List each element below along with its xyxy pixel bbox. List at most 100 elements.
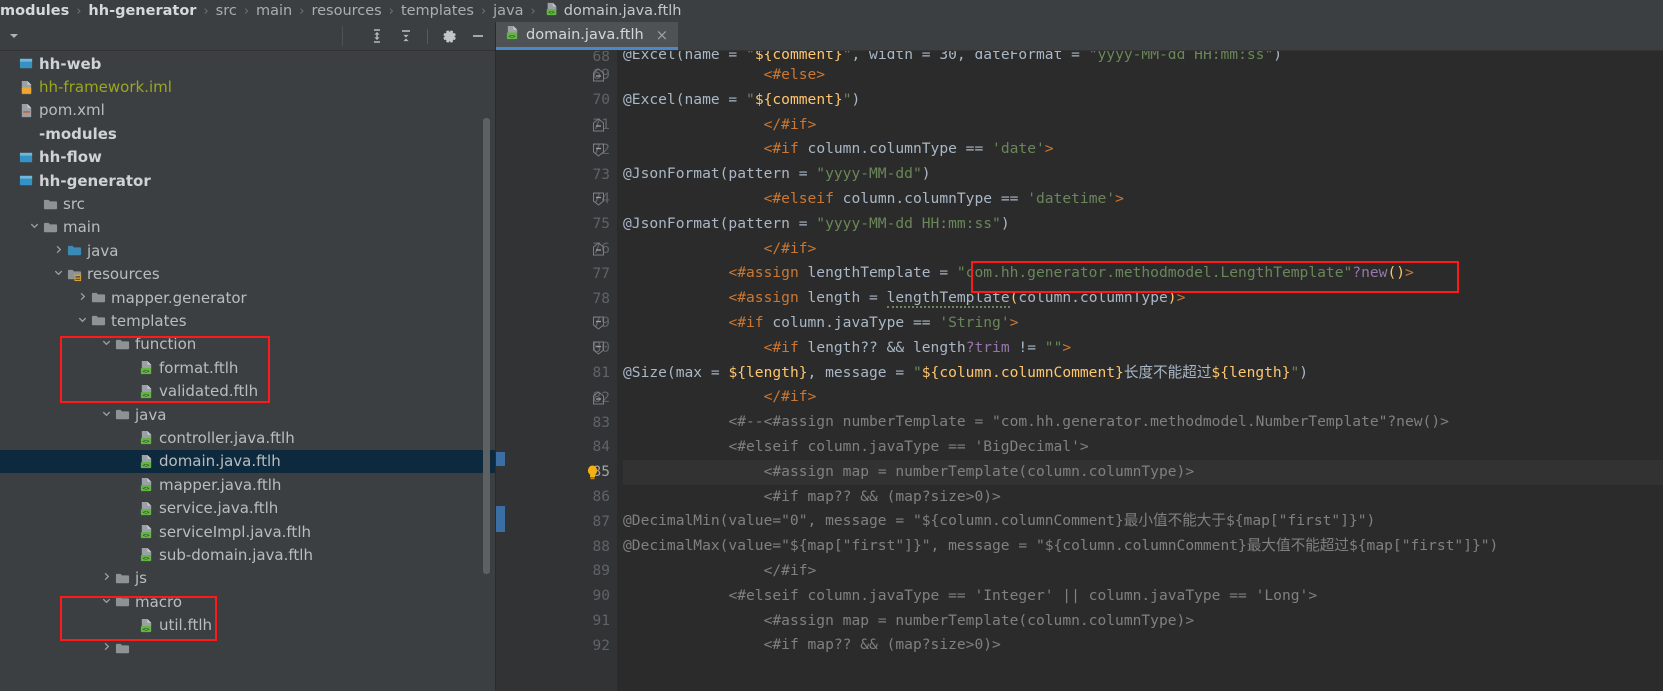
chevron-right-icon[interactable] [52, 244, 65, 258]
editor-tab-domain-java-ftlh[interactable]: <> domain.java.ftlh × [496, 22, 679, 50]
code-line-92[interactable]: <#if map?? && (map?size>0)> [623, 633, 1663, 658]
code-line-76[interactable]: </#if> [623, 237, 1663, 262]
gutter-line-75[interactable]: 75 [505, 212, 617, 237]
gutter-line-68[interactable]: 68 [505, 51, 617, 65]
tree-item-resources[interactable]: resources [0, 263, 496, 286]
code-line-80[interactable]: <#if length?? && length?trim != ""> [623, 336, 1663, 361]
gutter-line-78[interactable]: 78 [505, 286, 617, 311]
chevron-down-icon[interactable] [100, 595, 113, 609]
breadcrumb[interactable]: modules › hh-generator › src › main › re… [0, 0, 1663, 22]
gutter-line-69[interactable]: 69 [505, 63, 617, 88]
code-line-75[interactable]: @JsonFormat(pattern = "yyyy-MM-dd HH:mm:… [623, 212, 1663, 237]
tree-item-main[interactable]: main [0, 216, 496, 239]
gutter-line-79[interactable]: 79 [505, 311, 617, 336]
chevron-right-icon[interactable] [100, 641, 113, 655]
code-line-73[interactable]: @JsonFormat(pattern = "yyyy-MM-dd") [623, 162, 1663, 187]
close-icon[interactable]: × [656, 26, 669, 44]
code-line-83[interactable]: <#--<#assign numberTemplate = "com.hh.ge… [623, 410, 1663, 435]
tree-item-validated-ftlh[interactable]: <> validated.ftlh [0, 379, 496, 402]
gutter-line-77[interactable]: 77 [505, 261, 617, 286]
code-line-77[interactable]: <#assign lengthTemplate = "com.hh.genera… [623, 261, 1663, 286]
tree-item-src[interactable]: src [0, 192, 496, 215]
code-line-85[interactable]: <#assign map = numberTemplate(column.col… [623, 459, 1663, 485]
tree-item-mapper-generator[interactable]: mapper.generator [0, 286, 496, 309]
fold-collapse-down-icon[interactable] [589, 137, 607, 162]
code-line-79[interactable]: <#if column.javaType == 'String'> [623, 311, 1663, 336]
chevron-right-icon[interactable] [76, 291, 89, 305]
gutter-line-92[interactable]: 92 [505, 633, 617, 658]
project-tree[interactable]: hh-web hh-framework.iml pom.xml -modules hh-… [0, 51, 496, 691]
code-line-90[interactable]: <#elseif column.javaType == 'Integer' ||… [623, 584, 1663, 609]
gutter-line-80[interactable]: 80 [505, 336, 617, 361]
breadcrumb-current-file[interactable]: domain.java.ftlh [564, 3, 682, 19]
code-line-89[interactable]: </#if> [623, 559, 1663, 584]
hide-icon[interactable] [468, 26, 488, 46]
gutter-line-86[interactable]: 86 [505, 485, 617, 510]
code-content[interactable]: @Excel(name = "${comment}", width = 30, … [617, 51, 1663, 691]
expand-all-icon[interactable] [367, 26, 387, 46]
gutter-line-85[interactable]: 85 [505, 460, 617, 485]
chevron-down-icon[interactable] [100, 337, 113, 351]
fold-collapse-up-icon[interactable] [589, 63, 607, 88]
tree-item-hh-flow[interactable]: hh-flow [0, 146, 496, 169]
gutter-line-84[interactable]: 84 [505, 435, 617, 460]
tree-item-sub-domain-java-ftlh[interactable]: <> sub-domain.java.ftlh [0, 543, 496, 566]
tree-item-util-ftlh[interactable]: <> util.ftlh [0, 613, 496, 636]
gear-icon[interactable] [439, 26, 459, 46]
tree-item-pom-xml[interactable]: pom.xml [0, 99, 496, 122]
gutter-line-76[interactable]: 76 [505, 237, 617, 262]
breadcrumb-segment-src[interactable]: src [216, 3, 237, 19]
project-tree-scrollbar[interactable] [483, 118, 490, 574]
code-line-87[interactable]: @DecimalMin(value="0", message = "${colu… [623, 509, 1663, 534]
code-line-70[interactable]: @Excel(name = "${comment}") [623, 88, 1663, 113]
code-line-72[interactable]: <#if column.columnType == 'date'> [623, 137, 1663, 162]
code-line-69[interactable]: <#else> [623, 63, 1663, 88]
chevron-down-icon[interactable] [4, 26, 24, 46]
editor-gutter[interactable]: 68 69 70 71 72 73 74 75 76 77 78 79 80 81 82 83 84 85 86 87… [505, 51, 617, 691]
code-line-86[interactable]: <#if map?? && (map?size>0)> [623, 485, 1663, 510]
gutter-line-71[interactable]: 71 [505, 113, 617, 138]
tree-item--modules[interactable]: -modules [0, 122, 496, 145]
fold-collapse-down-icon[interactable] [589, 311, 607, 336]
collapse-all-icon[interactable] [396, 26, 416, 46]
code-line-78[interactable]: <#assign length = lengthTemplate(column.… [623, 286, 1663, 311]
tree-item-function[interactable]: function [0, 333, 496, 356]
gutter-line-83[interactable]: 83 [505, 410, 617, 435]
tree-item-hh-web[interactable]: hh-web [0, 52, 496, 75]
fold-collapse-up-icon[interactable] [589, 385, 607, 410]
fold-collapse-down-icon[interactable] [589, 336, 607, 361]
code-line-71[interactable]: </#if> [623, 113, 1663, 138]
gutter-line-90[interactable]: 90 [505, 584, 617, 609]
fold-collapse-up-icon[interactable] [589, 113, 607, 138]
tree-item-blank[interactable] [0, 637, 496, 660]
code-line-81[interactable]: @Size(max = ${length}, message = "${colu… [623, 361, 1663, 386]
tree-item-domain-java-ftlh[interactable]: <> domain.java.ftlh [0, 449, 496, 474]
tree-item-hh-generator[interactable]: hh-generator [0, 169, 496, 192]
chevron-down-icon[interactable] [52, 267, 65, 281]
tree-item-macro[interactable]: macro [0, 590, 496, 613]
code-editor[interactable]: 68 69 70 71 72 73 74 75 76 77 78 79 80 81 82 83 84 85 86 87… [496, 51, 1663, 691]
gutter-line-73[interactable]: 73 [505, 162, 617, 187]
tree-item-hh-framework-iml[interactable]: hh-framework.iml [0, 75, 496, 98]
gutter-line-82[interactable]: 82 [505, 385, 617, 410]
tree-item-js[interactable]: js [0, 567, 496, 590]
breadcrumb-segment-resources[interactable]: resources [311, 3, 381, 19]
fold-collapse-up-icon[interactable] [589, 237, 607, 262]
gutter-line-74[interactable]: 74 [505, 187, 617, 212]
tree-item-java[interactable]: java [0, 239, 496, 262]
chevron-down-icon[interactable] [28, 220, 41, 234]
tree-item-service-java-ftlh[interactable]: <> service.java.ftlh [0, 496, 496, 519]
breadcrumb-segment-templates[interactable]: templates [401, 3, 474, 19]
gutter-line-81[interactable]: 81 [505, 361, 617, 386]
tree-item-serviceimpl-java-ftlh[interactable]: <> serviceImpl.java.ftlh [0, 520, 496, 543]
chevron-down-icon[interactable] [100, 408, 113, 422]
tree-item-controller-java-ftlh[interactable]: <> controller.java.ftlh [0, 426, 496, 449]
breadcrumb-segment-hh-generator[interactable]: hh-generator [88, 3, 196, 19]
tree-item-templates[interactable]: templates [0, 309, 496, 332]
gutter-line-87[interactable]: 87 [505, 509, 617, 534]
breadcrumb-segment-java[interactable]: java [493, 3, 523, 19]
code-line-68[interactable]: @Excel(name = "${comment}", width = 30, … [623, 51, 1663, 63]
chevron-right-icon[interactable] [100, 571, 113, 585]
code-line-91[interactable]: <#assign map = numberTemplate(column.col… [623, 609, 1663, 634]
tree-item-java[interactable]: java [0, 403, 496, 426]
